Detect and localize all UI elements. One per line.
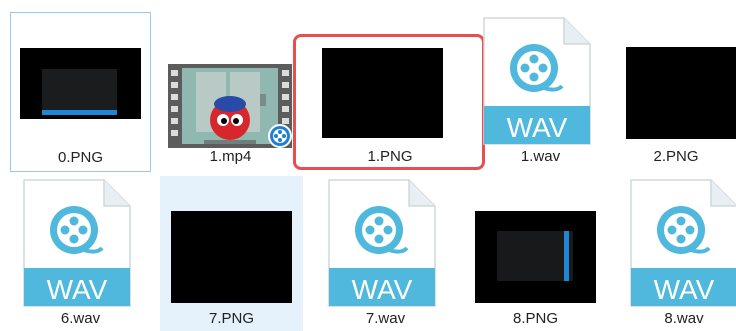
music-file-icon: WAV — [482, 16, 592, 146]
music-file-icon: WAV — [629, 178, 736, 308]
file-item-7-wav[interactable]: WAV 7.wav — [315, 176, 456, 331]
file-name: 8.wav — [664, 310, 704, 327]
file-name: 8.PNG — [512, 310, 558, 327]
music-file-icon: WAV — [327, 178, 437, 308]
wav-badge: WAV — [654, 274, 715, 305]
image-preview — [475, 211, 596, 303]
file-name: 6.wav — [60, 310, 101, 327]
file-item-8-wav[interactable]: WAV 8.wav — [615, 176, 736, 331]
file-name: 0.PNG — [57, 149, 103, 166]
image-thumbnail-icon — [322, 48, 443, 138]
file-name: 1.mp4 — [209, 148, 252, 165]
file-name: 1.PNG — [367, 148, 413, 165]
image-thumbnail-icon — [626, 47, 736, 139]
file-name: 7.PNG — [208, 310, 254, 327]
image-thumbnail-icon — [171, 211, 292, 303]
file-name: 7.wav — [365, 310, 406, 327]
file-item-1-png[interactable]: 1.PNG — [296, 34, 484, 168]
file-item-1-mp4[interactable]: 1.mp4 — [160, 12, 301, 172]
file-item-0-png[interactable]: 0.PNG — [10, 12, 151, 172]
file-item-7-png[interactable]: 7.PNG — [160, 176, 303, 331]
file-name: 1.wav — [520, 148, 561, 165]
image-thumbnail-icon — [475, 211, 596, 303]
file-item-1-wav[interactable]: WAV 1.wav — [470, 12, 611, 172]
image-preview — [20, 48, 141, 119]
file-item-6-wav[interactable]: WAV 6.wav — [10, 176, 151, 331]
wav-badge: WAV — [352, 274, 413, 305]
music-file-icon: WAV — [22, 178, 132, 308]
wav-badge: WAV — [507, 112, 568, 143]
image-thumbnail-icon — [20, 48, 141, 119]
video-file-icon — [168, 64, 292, 148]
file-item-8-png[interactable]: 8.PNG — [465, 176, 606, 331]
wav-badge: WAV — [47, 274, 108, 305]
file-item-2-png[interactable]: 2.PNG — [616, 12, 736, 172]
file-name: 2.PNG — [653, 148, 699, 165]
